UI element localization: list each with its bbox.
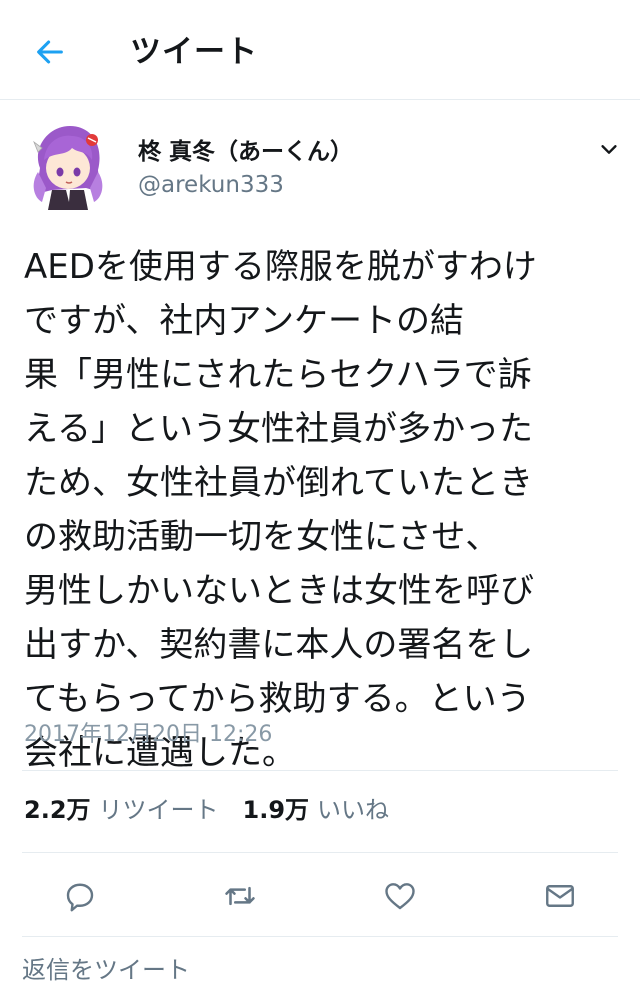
reply-input[interactable]: 返信をツイート <box>22 950 190 985</box>
divider <box>22 936 618 937</box>
avatar-illustration <box>33 126 103 210</box>
share-button[interactable] <box>540 876 580 916</box>
header-bar: ツイート <box>0 0 640 100</box>
tweet-stats: 2.2万 リツイート 1.9万 いいね <box>24 790 405 825</box>
tweet-menu-button[interactable] <box>594 134 624 164</box>
divider <box>22 770 618 771</box>
retweet-icon <box>225 886 255 906</box>
retweet-button[interactable] <box>220 876 260 916</box>
arrow-left-icon <box>37 40 63 64</box>
chevron-down-icon <box>601 145 617 154</box>
reply-icon <box>66 883 94 912</box>
retweet-count[interactable]: 2.2万 <box>24 790 91 825</box>
like-button[interactable] <box>380 876 420 916</box>
reply-button[interactable] <box>60 876 100 916</box>
username[interactable]: @arekun333 <box>138 172 284 198</box>
retweet-label[interactable]: リツイート <box>99 790 219 825</box>
avatar[interactable] <box>22 118 114 210</box>
page-title: ツイート <box>130 34 258 70</box>
tweet-actions <box>0 876 640 916</box>
share-icon <box>546 885 574 907</box>
like-icon <box>385 883 415 910</box>
back-button[interactable] <box>28 30 72 74</box>
display-name[interactable]: 柊 真冬（あーくん） <box>138 132 353 166</box>
tweet-timestamp[interactable]: 2017年12月20日 12:26 <box>24 716 272 748</box>
tweet-text: AEDを使用する際服を脱がすわけ ですが、社内アンケートの結 果「男性にされたら… <box>24 247 537 773</box>
divider <box>22 852 618 853</box>
like-count[interactable]: 1.9万 <box>243 790 310 825</box>
like-label[interactable]: いいね <box>317 790 389 825</box>
